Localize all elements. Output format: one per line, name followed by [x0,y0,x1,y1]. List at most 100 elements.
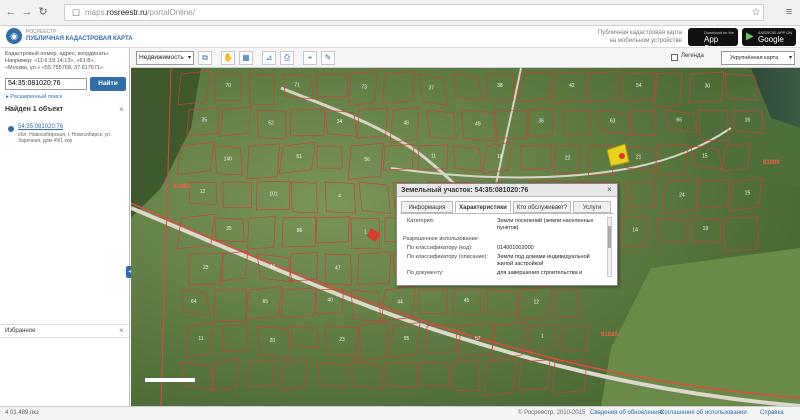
promo-line-2: на мобильном устройстве [609,38,682,44]
browser-toolbar: ← → ↻ ☐ maps.rosreestr.ru/portalOnline/ … [0,0,800,26]
parcel-label: 40 [327,297,333,303]
parcel-label: 35 [201,118,207,124]
status-bar: 4 01 489 пкз © Росреестр, 2010-2015 Свед… [0,406,800,420]
parcel-label: 52 [268,120,274,126]
parcel-label: 22 [565,155,571,161]
copyright-text: © Росреестр, 2010-2015 [518,410,586,416]
parcel-label: 71 [294,82,300,88]
chevron-down-icon: ▾ [187,55,191,61]
parcel-info-popup: Земельный участок: 54:35:081020:76 × Инф… [396,183,618,286]
parcel-label: 12 [534,299,540,305]
print-icon[interactable]: ⎙ [280,51,294,65]
parcel-label: 51 [296,154,302,160]
favorites-section[interactable]: Избранное × [0,324,129,338]
parcel-label: 48 [403,121,409,127]
portal-header: ◉ РОСРЕЕСТР ПУБЛИЧНАЯ КАДАСТРОВАЯ КАРТА … [0,26,800,53]
search-hint-line-1: Кадастровый номер, адрес, координаты [5,51,108,57]
tab-information[interactable]: Информация [401,201,453,213]
legend-label: Легенда [681,53,704,59]
bookmark-star-icon[interactable]: ☆ [749,6,763,20]
parcel-label: 1 [541,334,544,340]
classifier-desc-value: Земли под домами индивидуальной жилой за… [497,254,590,267]
find-button[interactable]: Найти [90,77,126,91]
result-link[interactable]: 54:35:081020:76 [18,124,63,130]
rosreestr-logo-icon: ◉ [6,28,22,44]
parcel-label: 19 [703,226,709,232]
app-store-button[interactable]: Download on the App Store [688,28,738,53]
terms-link[interactable]: Соглашение об использовании [660,410,747,416]
basemap-select-value: Укрупнённая карта [730,55,779,61]
parcel-label: 45 [464,298,470,304]
parcel-label: 140 [224,157,233,163]
page-icon: ☐ [71,8,81,18]
url-text: maps.rosreestr.ru/portalOnline/ [85,8,195,17]
category-value: Земли поселений (земли населенных пункто… [497,218,594,231]
layer-select-value: Недвижимость [139,54,184,61]
results-title: Найден 1 объект [5,106,64,113]
layers-icon[interactable]: ⧉ [198,51,212,65]
parcel-label: 21 [636,155,642,161]
tab-characteristics[interactable]: Характеристики [455,201,511,213]
menu-icon[interactable]: ≡ [782,5,796,19]
results-close-icon[interactable]: × [119,105,124,114]
parcel-label: 49 [475,122,481,128]
parcel-label: 65 [263,299,269,305]
parcel-label: 36 [538,119,544,125]
search-panel: Кадастровый номер, адрес, координаты Нап… [0,48,134,406]
popup-title: Земельный участок: 54:35:081020:76 [401,187,529,194]
parcel-label: 63 [610,118,616,124]
promo-line-1: Публичная кадастровая карта [597,30,682,36]
document-value: для завершения строительства и [497,270,583,276]
parcel-label: 15 [702,153,708,159]
category-label: Категория: [407,218,435,224]
popup-close-icon[interactable]: × [607,185,612,194]
google-play-button[interactable]: ▶ ANDROID APP ON Google play [742,28,796,53]
advanced-search-link[interactable]: ▸ Расширенный поиск [6,94,62,100]
tab-services[interactable]: Услуги [573,201,611,213]
result-address: обл. Новосибирская, г. Новосибирск, ул. … [18,132,112,144]
scale-bar [145,378,195,382]
classifier-code-label: По классификатору (код): [407,245,473,251]
measure-icon[interactable]: ⊿ [262,51,276,65]
help-link[interactable]: Справка [760,410,784,416]
coordinates-icon[interactable]: ⌖ [303,51,317,65]
parcel-label: 30 [705,83,711,89]
permitted-use-label: Разрешенное использование: [403,236,480,242]
search-input[interactable]: 54:35:081020:76 [5,78,87,90]
tab-who-serves[interactable]: Кто обслуживает? [513,201,571,213]
reload-icon[interactable]: ↻ [36,5,50,19]
forward-icon[interactable]: → [20,5,34,19]
result-marker-icon [8,126,14,132]
parcel-label: 34 [337,119,343,125]
basemap-select[interactable]: Укрупнённая карта ▾ [721,51,795,65]
layer-select[interactable]: Недвижимость ▾ [136,51,194,65]
parcel-label: 11 [198,336,203,342]
parcel-label: 54 [636,83,642,89]
select-parcel-icon[interactable]: ▦ [239,51,253,65]
parcel-label: 4 [338,194,341,200]
parcel-label: 23 [339,337,345,343]
address-bar[interactable]: ☐ maps.rosreestr.ru/portalOnline/ ☆ [64,4,764,21]
search-hint-line-2: Например: «11:6:19:14:13», «61:8», [5,58,95,64]
updates-link[interactable]: Сведения об обновлениях [590,410,664,416]
popup-scrollbar-thumb[interactable] [608,226,611,248]
parcel-label: 86 [297,228,303,234]
legend-checkbox[interactable] [671,54,678,61]
parcel-label: 73 [361,84,367,90]
popup-scrollbar[interactable] [607,217,612,277]
screen: ← → ↻ ☐ maps.rosreestr.ru/portalOnline/ … [0,0,800,420]
logo-subtitle: РОСРЕЕСТР [26,29,57,35]
classifier-code-value: 014001002000 [497,245,534,251]
quarter-label: 81009 [763,160,780,166]
parcel-label: 12 [200,189,206,195]
parcel-label: 47 [335,266,341,272]
favorites-close-icon[interactable]: × [119,326,124,335]
parcel-label: 42 [569,83,575,89]
pencil-icon[interactable]: ✎ [321,51,335,65]
back-icon[interactable]: ← [4,5,18,19]
portal-title: ПУБЛИЧНАЯ КАДАСТРОВАЯ КАРТА [26,36,133,42]
pan-hand-icon[interactable]: ✋ [221,51,235,65]
search-hint: Кадастровый номер, адрес, координаты Нап… [5,51,125,72]
parcel-label: 18 [497,154,503,160]
classifier-desc-label: По классификатору (описание): [407,254,488,260]
